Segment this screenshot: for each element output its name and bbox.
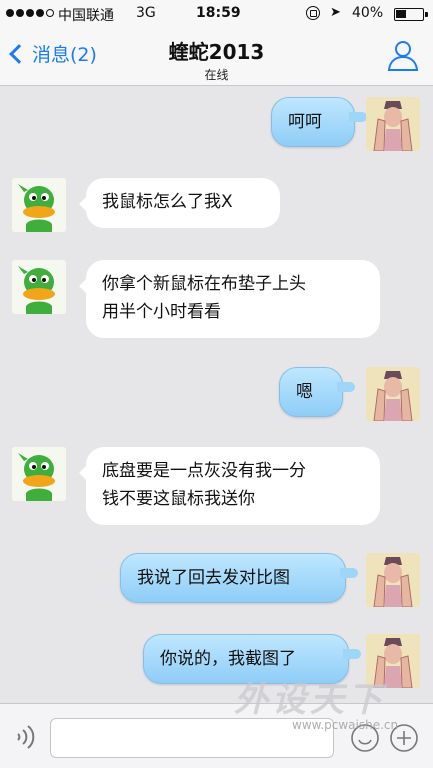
message-row-outgoing: 呵呵 <box>0 87 433 157</box>
plus-icon[interactable] <box>389 723 419 753</box>
message-bubble-outgoing[interactable]: 呵呵 <box>271 97 355 147</box>
self-avatar[interactable] <box>366 97 420 151</box>
message-row-outgoing: 嗯 <box>0 357 433 427</box>
message-bubble-outgoing[interactable]: 我说了回去发对比图 <box>120 553 346 603</box>
bubble-tail <box>343 649 361 659</box>
contact-avatar[interactable] <box>12 260 66 314</box>
chat-title: 蝰蛇2013 <box>168 40 265 64</box>
bubble-tail <box>349 112 367 122</box>
location-arrow-icon: ➤ <box>330 5 341 20</box>
message-row-outgoing: 你说的，我截图了 <box>0 624 433 694</box>
duck-avatar-image <box>12 178 66 232</box>
voice-input-icon[interactable] <box>12 722 42 752</box>
duck-avatar-image <box>12 447 66 501</box>
self-avatar-image <box>366 367 420 421</box>
emoji-icon[interactable] <box>350 723 380 753</box>
battery-percent: 40% <box>352 5 384 21</box>
message-text: 你拿个新鼠标在布垫子上头 用半个小时看看 <box>102 274 306 322</box>
message-row-incoming: 底盘要是一点灰没有我一分 钱不要这鼠标我送你 <box>0 444 433 534</box>
message-bubble-incoming[interactable]: 底盘要是一点灰没有我一分 钱不要这鼠标我送你 <box>86 447 380 525</box>
self-avatar[interactable] <box>366 553 420 607</box>
message-row-outgoing: 我说了回去发对比图 <box>0 543 433 613</box>
rotation-lock-icon <box>306 6 320 20</box>
message-bubble-outgoing[interactable]: 嗯 <box>279 367 343 417</box>
message-text: 嗯 <box>296 382 313 402</box>
presence-status: 在线 <box>204 68 229 82</box>
clock: 18:59 <box>196 5 241 21</box>
self-avatar-image <box>366 634 420 688</box>
contact-profile-icon[interactable] <box>386 38 420 72</box>
network-type: 3G <box>136 5 156 21</box>
message-text-field[interactable] <box>50 718 334 758</box>
self-avatar[interactable] <box>366 367 420 421</box>
signal-strength-icon <box>6 9 54 17</box>
contact-avatar[interactable] <box>12 447 66 501</box>
self-avatar-image <box>366 553 420 607</box>
duck-avatar-image <box>12 260 66 314</box>
carrier-label: 中国联通 <box>58 8 114 24</box>
message-row-incoming: 你拿个新鼠标在布垫子上头 用半个小时看看 <box>0 257 433 347</box>
message-bubble-incoming[interactable]: 我鼠标怎么了我X <box>86 178 280 228</box>
self-avatar-image <box>366 97 420 151</box>
message-text: 你说的，我截图了 <box>160 649 296 669</box>
message-text: 呵呵 <box>288 112 322 132</box>
message-text: 底盘要是一点灰没有我一分 钱不要这鼠标我送你 <box>102 461 306 509</box>
contact-avatar[interactable] <box>12 178 66 232</box>
battery-icon <box>394 8 424 21</box>
bubble-tail <box>337 382 355 392</box>
message-list[interactable]: 呵呵 我鼠标怎么了我X 你拿个新鼠标在布垫子上头 用半个小时看看 嗯 底盘要是一… <box>0 87 433 702</box>
self-avatar[interactable] <box>366 634 420 688</box>
bubble-tail <box>340 568 358 578</box>
message-row-incoming: 我鼠标怎么了我X <box>0 175 433 235</box>
message-bubble-outgoing[interactable]: 你说的，我截图了 <box>143 634 349 684</box>
message-bubble-incoming[interactable]: 你拿个新鼠标在布垫子上头 用半个小时看看 <box>86 260 380 338</box>
message-text: 我说了回去发对比图 <box>137 568 290 588</box>
navigation-bar: 消息(2) 蝰蛇2013 在线 <box>0 28 433 86</box>
message-text: 我鼠标怎么了我X <box>102 192 233 212</box>
status-bar: 中国联通 3G 18:59 ➤ 40% <box>0 0 433 28</box>
battery-cap <box>425 12 428 17</box>
message-input-bar <box>0 703 433 768</box>
